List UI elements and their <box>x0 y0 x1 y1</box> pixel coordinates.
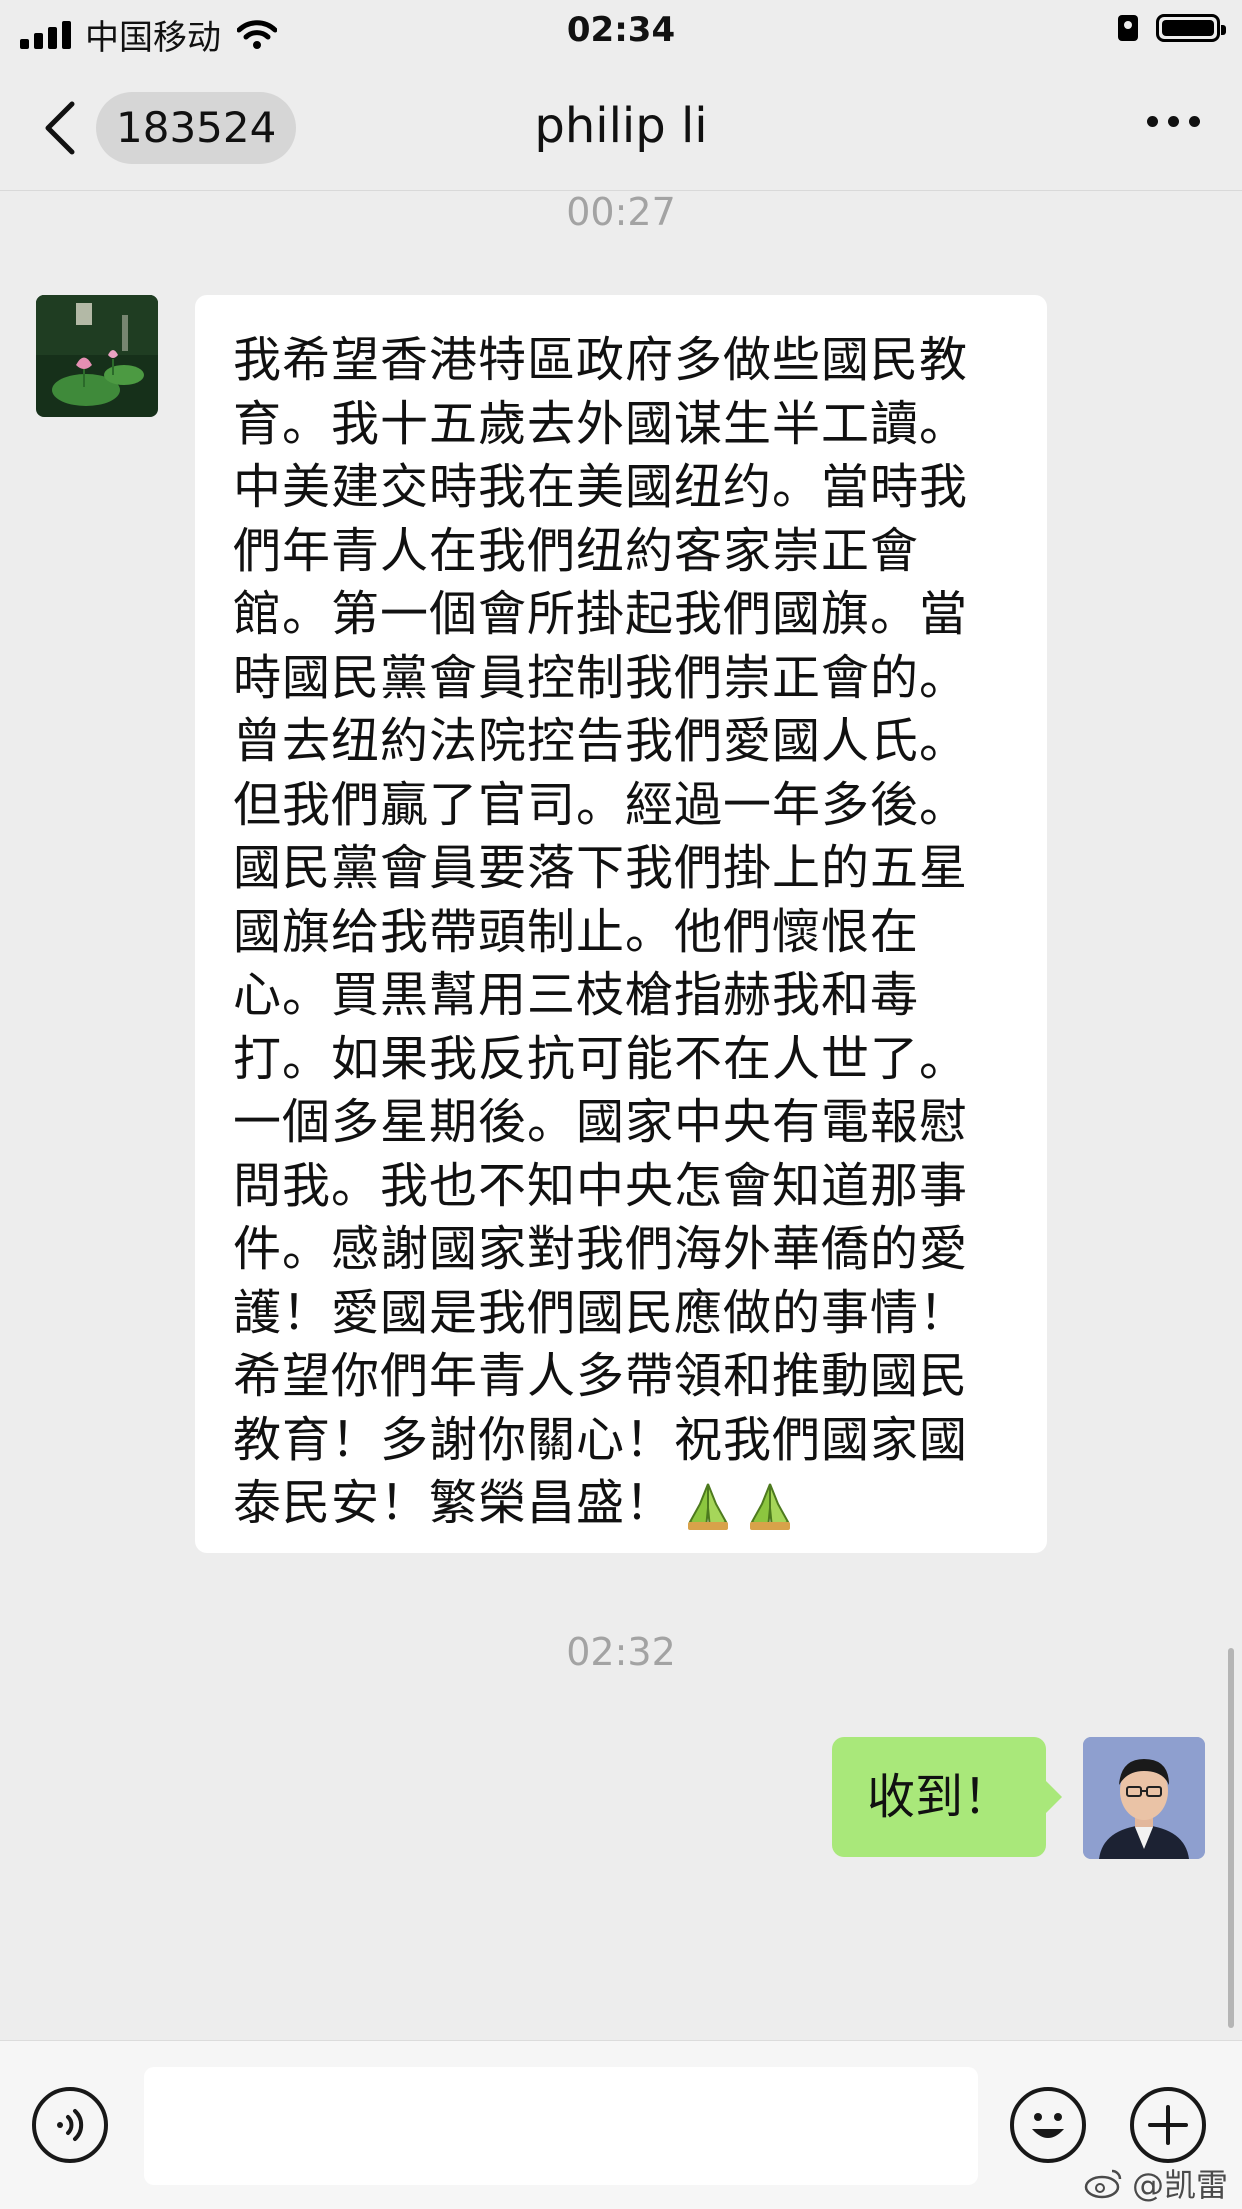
message-line: 教育！多謝你關心！祝我們國家國 <box>233 1411 969 1468</box>
message-input[interactable] <box>144 2067 978 2185</box>
watermark-text: @凯雷 <box>1131 2166 1228 2204</box>
contact-avatar[interactable] <box>36 295 158 417</box>
message-line: 但我們贏了官司。經過一年多後。 <box>233 776 969 833</box>
weibo-logo-icon <box>1084 2169 1122 2199</box>
pray-emoji-icon <box>750 1483 791 1530</box>
message-line: 泰民安！繁榮昌盛！ <box>233 1475 675 1531</box>
chat-header: 183524 philip li <box>0 64 1242 191</box>
message-line: 國民黨會員要落下我們掛上的五星 <box>233 840 969 896</box>
message-line: 件。感謝國家對我們海外華僑的愛 <box>233 1221 969 1277</box>
plus-icon <box>1148 2105 1188 2145</box>
my-avatar[interactable] <box>1083 1737 1205 1859</box>
status-right <box>1118 14 1226 42</box>
message-line: 館。第一個會所掛起我們國旗。當 <box>233 586 969 642</box>
person-avatar-image <box>1083 1737 1205 1859</box>
input-bar <box>0 2040 1242 2209</box>
message-line: 育。我十五歲去外國谋生半工讀。 <box>233 395 969 452</box>
emoji-icon <box>1032 2113 1064 2138</box>
emoji-button[interactable] <box>1010 2087 1086 2163</box>
timestamp: 00:27 <box>566 190 676 234</box>
more-icon[interactable] <box>1147 116 1200 127</box>
message-line: 打。如果我反抗可能不在人世了。 <box>233 1030 969 1087</box>
battery-icon <box>1156 14 1226 42</box>
message-line: 中美建交時我在美國纽约。當時我 <box>233 459 969 515</box>
voice-icon <box>57 2109 84 2141</box>
lotus-avatar-image <box>36 295 158 417</box>
message-line: 一個多星期後。國家中央有電報慰 <box>233 1094 969 1150</box>
lock-icon <box>1118 15 1138 41</box>
incoming-message-bubble[interactable]: 我希望香港特區政府多做些國民教 育。我十五歲去外國谋生半工讀。 中美建交時我在美… <box>195 295 1047 1553</box>
plus-button[interactable] <box>1130 2087 1206 2163</box>
message-line: 護！愛國是我們國民應做的事情！ <box>233 1284 969 1341</box>
status-time: 02:34 <box>566 10 676 50</box>
outgoing-message-bubble[interactable]: 收到！ <box>832 1737 1062 1857</box>
message-line: 心。買黒幫用三枝槍指赫我和毒 <box>233 967 920 1023</box>
scrollbar[interactable] <box>1228 1648 1234 2028</box>
pray-emoji-icon <box>688 1483 729 1530</box>
chat-title: philip li <box>534 98 708 154</box>
message-line: 國旗给我帶頭制止。他們懷恨在 <box>233 903 920 960</box>
message-last-line: 泰民安！繁榮昌盛！ <box>233 1472 1011 1536</box>
message-line: 時國民黨會員控制我們崇正會的。 <box>233 649 969 706</box>
message-line: 我希望香港特區政府多做些國民教 <box>233 332 969 388</box>
voice-button[interactable] <box>32 2087 108 2163</box>
timestamp: 02:32 <box>566 1630 676 1674</box>
status-bar: 中国移动 02:34 <box>0 0 1242 64</box>
message-line: 希望你們年青人多帶領和推動國民 <box>233 1348 969 1404</box>
watermark: @凯雷 <box>1084 2160 1228 2206</box>
message-line: 們年青人在我們纽約客家崇正會 <box>233 522 920 579</box>
message-line: 問我。我也不知中央怎會知道那事 <box>233 1157 969 1214</box>
message-line: 曾去纽約法院控告我們愛國人氏。 <box>233 713 969 769</box>
